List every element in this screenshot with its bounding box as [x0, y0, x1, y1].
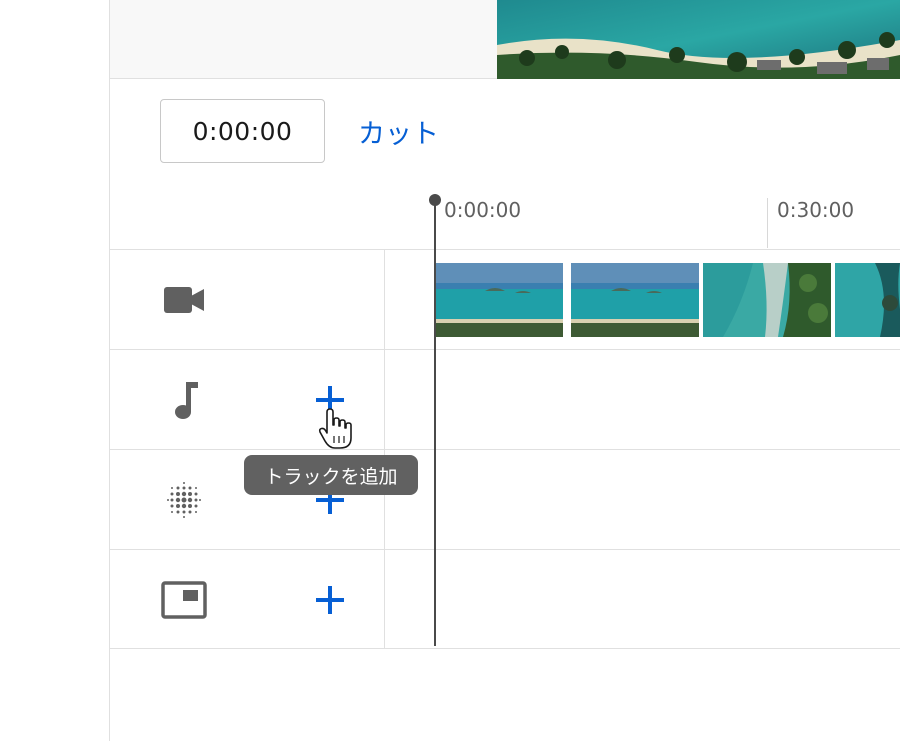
video-clip[interactable]: [435, 263, 900, 337]
left-gutter: [0, 0, 110, 741]
timeline-bottom-border: [110, 648, 900, 649]
clip-thumbnail: [703, 263, 831, 337]
add-end-screen-button[interactable]: [310, 580, 350, 620]
end-screen-icon: [160, 580, 208, 620]
playhead[interactable]: [434, 200, 436, 646]
timeline-editor: 0:00:00 カット 0:00:00 0:30:00 トラックを追加: [0, 0, 900, 741]
add-track-tooltip: トラックを追加: [244, 455, 418, 495]
preview-area: [110, 0, 900, 79]
ruler-tick: [767, 198, 768, 248]
plus-icon: [316, 586, 344, 614]
blur-dots-icon: [160, 480, 208, 520]
hand-cursor-icon: [318, 408, 354, 450]
music-note-icon: [160, 380, 208, 420]
clip-thumbnail: [571, 263, 699, 337]
ruler-label-start: 0:00:00: [444, 198, 522, 222]
clip-thumbnail: [835, 263, 900, 337]
timecode-input[interactable]: 0:00:00: [160, 99, 325, 163]
video-preview[interactable]: [497, 0, 900, 79]
clip-thumbnail: [435, 263, 563, 337]
blur-track: [110, 449, 900, 549]
end-screen-track: [110, 549, 900, 649]
playhead-handle[interactable]: [429, 194, 441, 206]
audio-track: [110, 349, 900, 449]
track-header: [110, 250, 385, 349]
video-camera-icon: [160, 280, 208, 320]
ruler-label-30s: 0:30:00: [777, 198, 855, 222]
cut-button[interactable]: カット: [358, 112, 439, 152]
track-header: [110, 550, 385, 649]
